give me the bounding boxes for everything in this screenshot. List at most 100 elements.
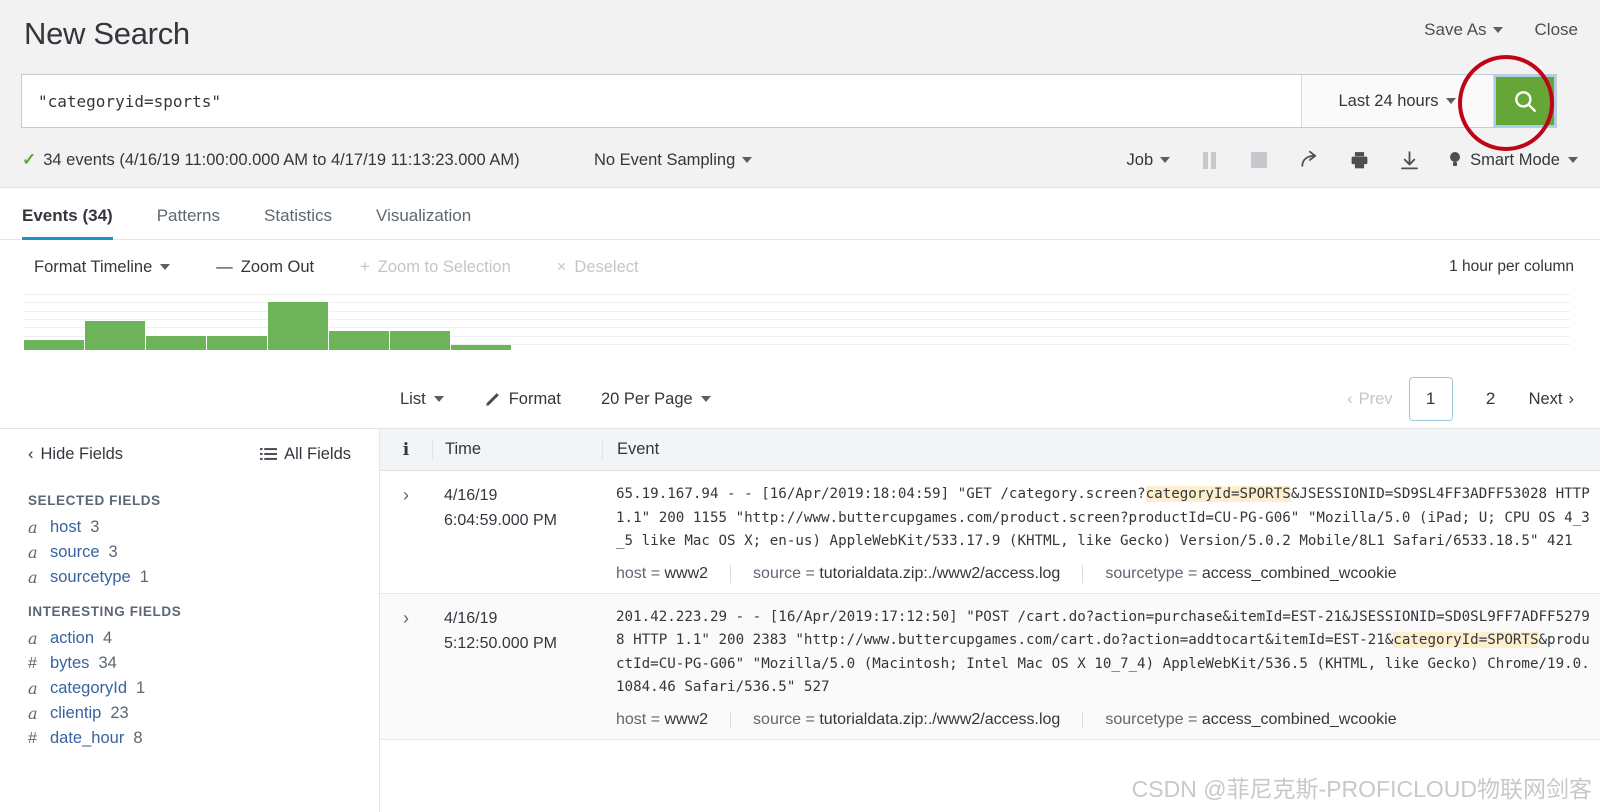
print-button[interactable]: [1348, 149, 1370, 171]
selected-fields-title: SELECTED FIELDS: [28, 493, 161, 508]
share-icon: [1301, 150, 1317, 167]
search-status-row: ✓ 34 events (4/16/19 11:00:00.000 AM to …: [0, 140, 1600, 180]
event-raw-text[interactable]: 65.19.167.94 - - [16/Apr/2019:18:04:59] …: [616, 483, 1592, 554]
event-field[interactable]: host = www2: [616, 565, 730, 583]
export-button[interactable]: [1398, 149, 1420, 171]
header-actions: Save As Close: [1424, 20, 1578, 40]
zoom-out-button[interactable]: — Zoom Out: [216, 258, 314, 277]
save-as-button[interactable]: Save As: [1424, 20, 1503, 40]
expand-row-icon[interactable]: ›: [380, 606, 432, 739]
field-name: action: [50, 629, 95, 647]
timeline-bars: [24, 292, 1570, 350]
field-sourcetype[interactable]: a sourcetype 1: [22, 565, 357, 590]
search-mode-dropdown[interactable]: Smart Mode: [1448, 151, 1578, 170]
string-field-icon: a: [28, 704, 38, 723]
search-bar: Last 24 hours: [22, 75, 1556, 127]
results-tabs: Events (34) Patterns Statistics Visualiz…: [0, 188, 1600, 240]
chevron-right-icon: ›: [1568, 389, 1575, 408]
event-field-key: host =: [616, 710, 665, 728]
event-field-value: tutorialdata.zip:./www2/access.log: [819, 564, 1061, 582]
event-field[interactable]: sourcetype = access_combined_wcookie: [1082, 564, 1418, 583]
stop-button[interactable]: [1248, 149, 1270, 171]
field-name: categoryId: [50, 679, 128, 697]
format-timeline-button[interactable]: Format Timeline: [34, 257, 171, 277]
column-header-info: i: [402, 440, 410, 459]
search-term-highlight: categoryId=SPORTS: [1393, 632, 1539, 648]
timeline-bar[interactable]: [329, 330, 390, 350]
search-input[interactable]: [22, 75, 1302, 127]
per-page-dropdown[interactable]: 20 Per Page: [601, 390, 711, 409]
string-field-icon: a: [28, 543, 38, 562]
time-range-picker[interactable]: Last 24 hours: [1302, 75, 1494, 127]
page-header: New Search Save As Close Last 24 hours: [0, 0, 1600, 188]
event-field-value: access_combined_wcookie: [1201, 710, 1397, 728]
all-fields-button[interactable]: All Fields: [260, 445, 351, 464]
chevron-down-icon: [742, 157, 753, 163]
chevron-down-icon: [1568, 157, 1578, 163]
share-button[interactable]: [1298, 149, 1320, 171]
timeline-bar[interactable]: [207, 335, 268, 350]
event-time: 6:04:59.000 PM: [444, 512, 557, 529]
results-view-controls: List Format 20 Per Page: [400, 390, 711, 409]
prev-label: Prev: [1358, 389, 1393, 408]
tab-visualization[interactable]: Visualization: [354, 206, 493, 239]
field-action[interactable]: a action 4: [22, 626, 357, 651]
fields-sidebar: ‹ Hide Fields All Fields SELECTED FIELDS…: [0, 429, 380, 812]
event-field[interactable]: source = tutorialdata.zip:./www2/access.…: [730, 564, 1082, 583]
field-date_hour[interactable]: # date_hour 8: [22, 726, 357, 751]
timeline-bar[interactable]: [146, 335, 207, 350]
page-2-button[interactable]: 2: [1468, 377, 1513, 421]
event-field-key: source =: [753, 564, 820, 582]
field-count: 4: [103, 629, 113, 647]
job-dropdown[interactable]: Job: [1127, 151, 1171, 170]
stop-icon: [1251, 152, 1268, 168]
numeric-field-icon: #: [28, 654, 37, 672]
event-body: 201.42.223.29 - - [16/Apr/2019:17:12:50]…: [602, 606, 1600, 739]
tab-patterns[interactable]: Patterns: [135, 206, 242, 239]
field-source[interactable]: a source 3: [22, 540, 357, 565]
field-clientip[interactable]: a clientip 23: [22, 701, 357, 726]
event-timestamp[interactable]: 4/16/19 6:04:59.000 PM: [432, 483, 602, 593]
event-timeline-chart[interactable]: [24, 292, 1570, 350]
event-field[interactable]: host = www2: [616, 711, 730, 729]
events-count: ✓ 34 events (4/16/19 11:00:00.000 AM to …: [22, 150, 520, 170]
event-raw-text[interactable]: 201.42.223.29 - - [16/Apr/2019:17:12:50]…: [616, 606, 1592, 700]
timeline-bar[interactable]: [24, 340, 85, 350]
pause-button[interactable]: [1198, 149, 1220, 171]
string-field-icon: a: [28, 568, 38, 587]
field-host[interactable]: a host 3: [22, 515, 357, 540]
hide-fields-button[interactable]: ‹ Hide Fields: [28, 445, 123, 464]
column-header-event: Event: [602, 440, 1600, 459]
format-timeline-label: Format Timeline: [34, 257, 153, 276]
expand-row-icon[interactable]: ›: [380, 483, 432, 593]
string-field-icon: a: [28, 629, 38, 648]
event-field-key: sourcetype =: [1105, 710, 1202, 728]
column-header-time: Time: [432, 440, 602, 459]
chevron-left-icon: ‹: [28, 444, 34, 463]
event-timestamp[interactable]: 4/16/19 5:12:50.000 PM: [432, 606, 602, 739]
field-categoryId[interactable]: a categoryId 1: [22, 676, 357, 701]
format-button[interactable]: Format: [484, 390, 561, 409]
tab-events[interactable]: Events (34): [22, 206, 135, 240]
list-view-dropdown[interactable]: List: [400, 390, 444, 409]
event-date: 4/16/19: [444, 487, 498, 504]
check-icon: ✓: [22, 150, 37, 169]
close-button[interactable]: Close: [1535, 20, 1578, 40]
timeline-bar[interactable]: [85, 321, 146, 350]
next-page-button[interactable]: Next ›: [1529, 390, 1574, 409]
timeline-bar[interactable]: [451, 345, 512, 350]
event-sampling-dropdown[interactable]: No Event Sampling: [594, 151, 753, 170]
tab-statistics[interactable]: Statistics: [242, 206, 354, 239]
timeline-bar[interactable]: [390, 330, 451, 350]
field-bytes[interactable]: # bytes 34: [22, 651, 357, 676]
event-field[interactable]: sourcetype = access_combined_wcookie: [1082, 710, 1418, 729]
run-search-button[interactable]: [1494, 75, 1556, 127]
format-label: Format: [508, 389, 561, 408]
event-field-value: access_combined_wcookie: [1201, 564, 1397, 582]
event-field[interactable]: source = tutorialdata.zip:./www2/access.…: [730, 710, 1082, 729]
string-field-icon: a: [28, 518, 38, 537]
minus-icon: —: [216, 257, 233, 276]
chevron-down-icon: [1492, 27, 1503, 33]
page-1-button[interactable]: 1: [1408, 377, 1453, 421]
timeline-bar[interactable]: [268, 301, 329, 350]
